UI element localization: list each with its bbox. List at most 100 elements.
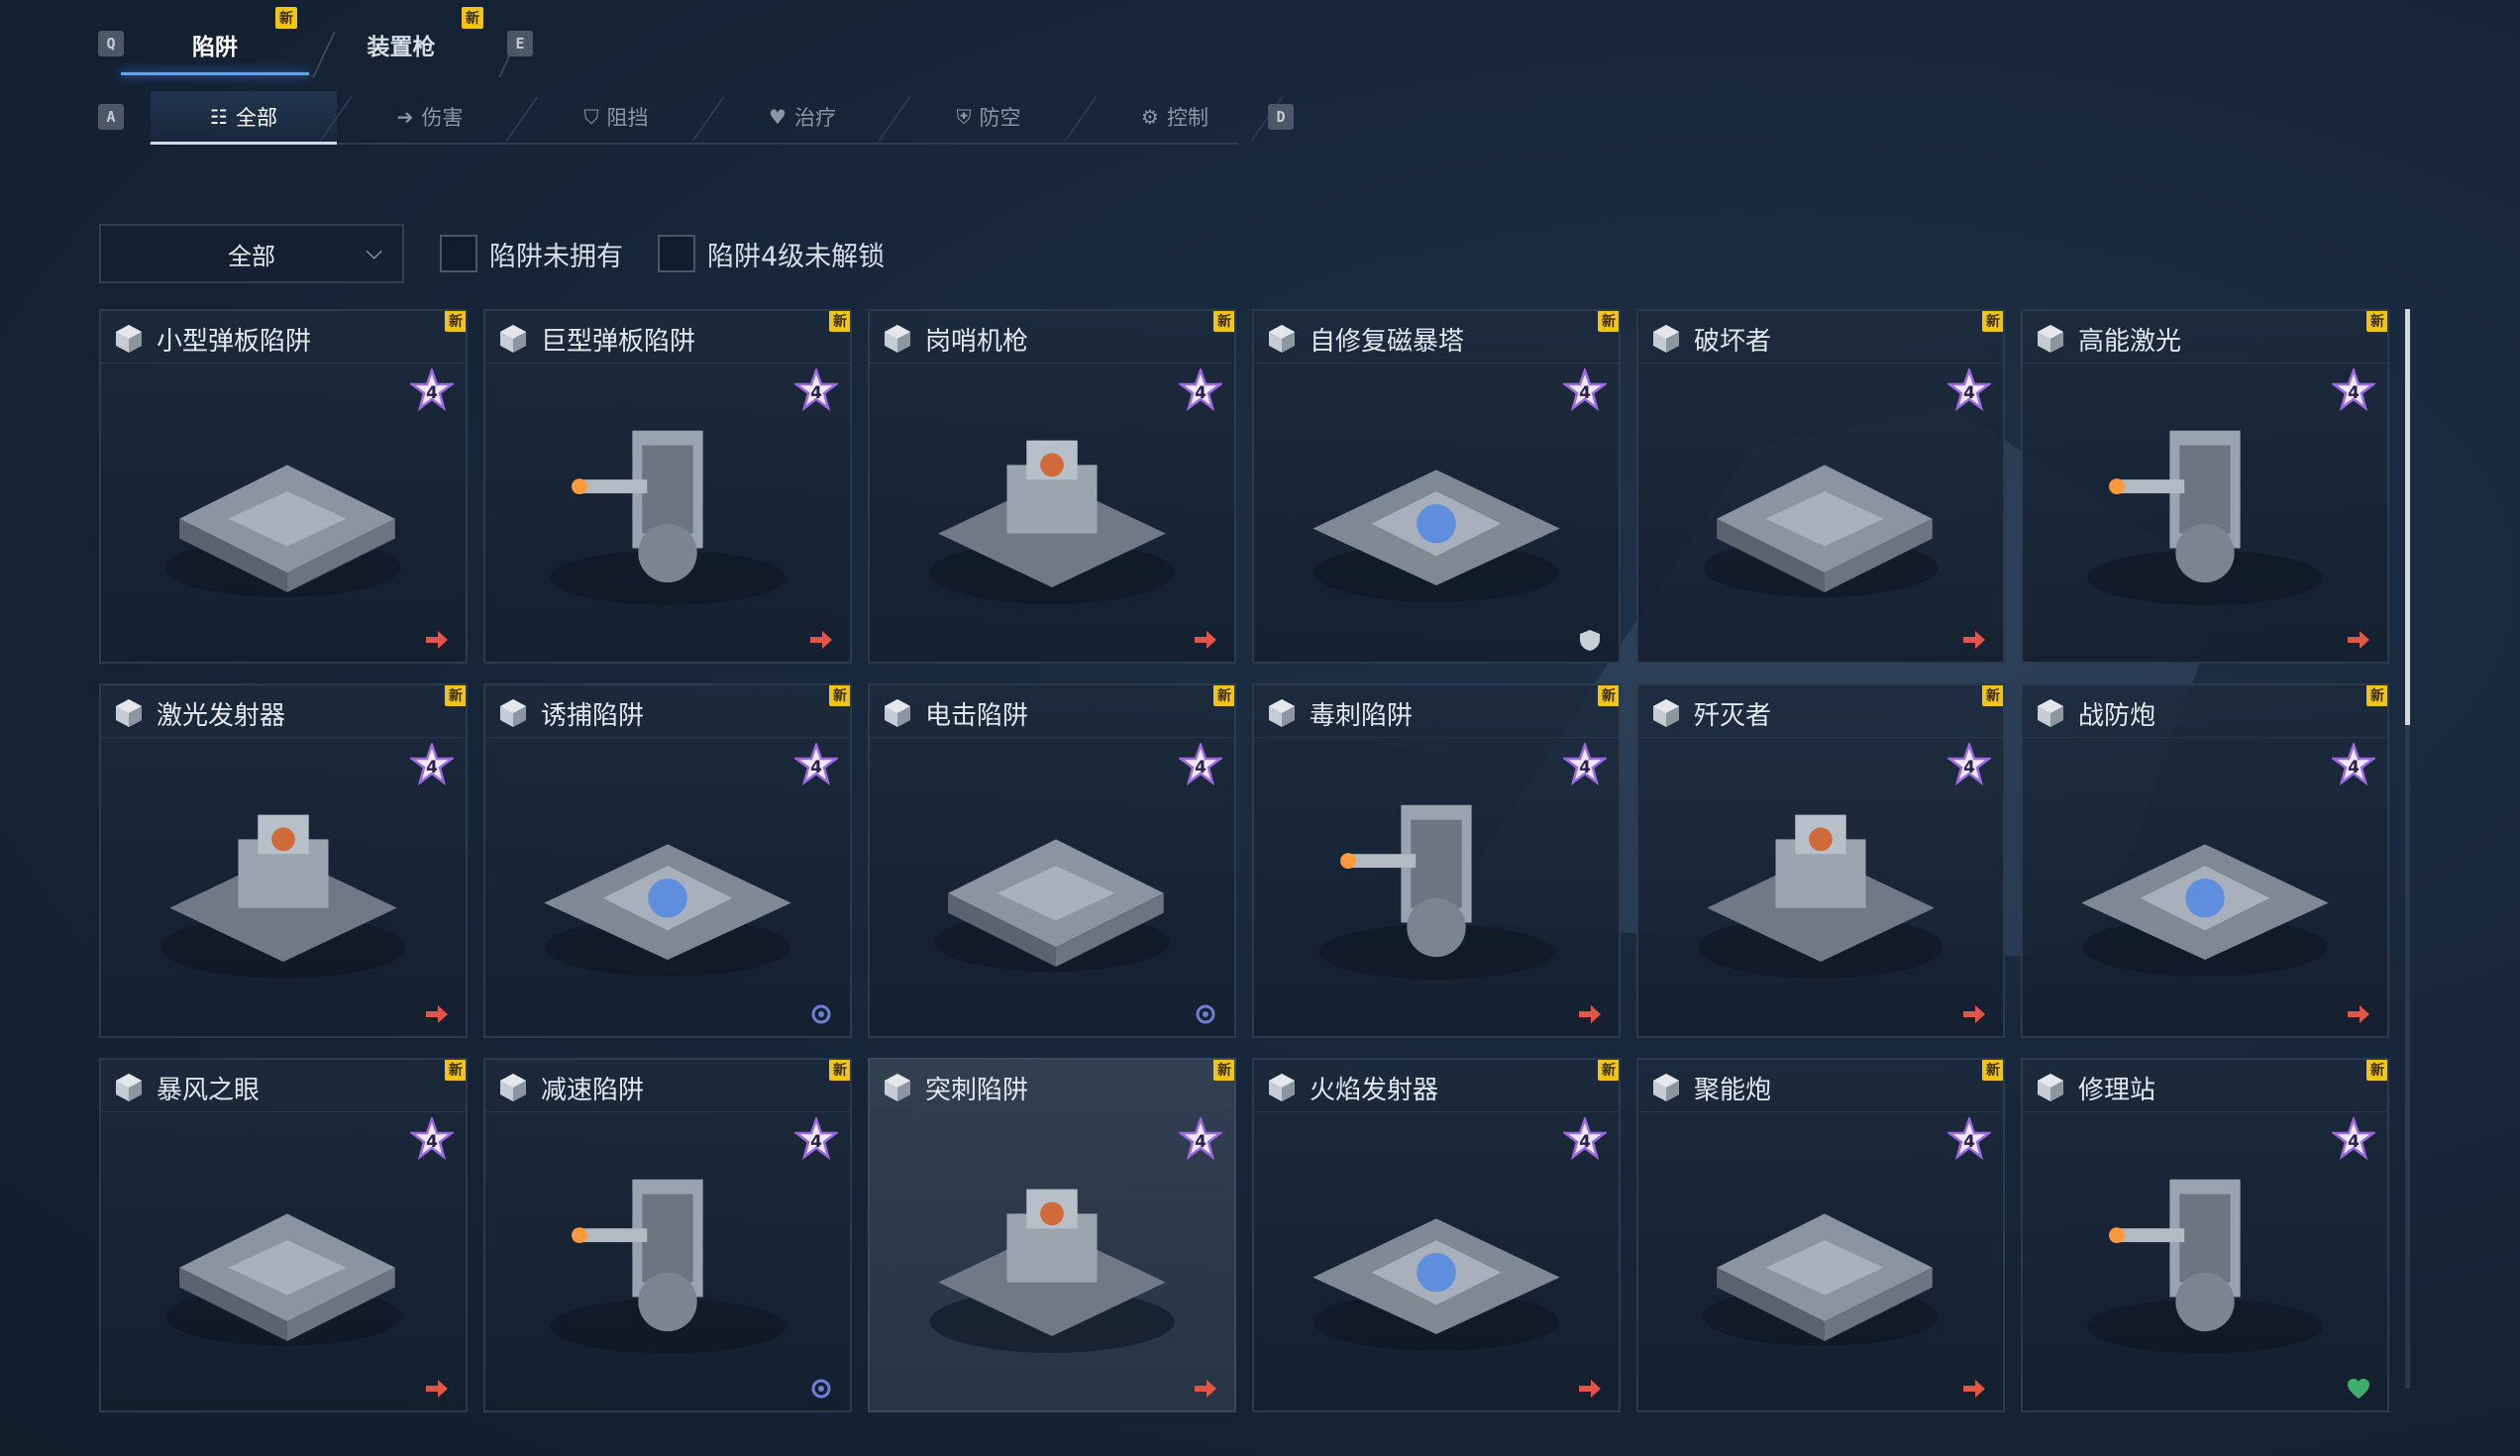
filter-not-owned[interactable]: 陷阱未拥有 bbox=[440, 232, 623, 275]
card-header: 小型弹板陷阱 bbox=[101, 311, 466, 364]
trap-illustration bbox=[1318, 804, 1554, 980]
trap-illustration bbox=[1703, 465, 1939, 597]
trap-card[interactable]: 诱捕陷阱新 4 bbox=[483, 683, 852, 1038]
trap-card[interactable]: 岗哨机枪新 4 bbox=[868, 309, 1236, 664]
trap-card[interactable]: 火焰发射器新 4 bbox=[1252, 1058, 1621, 1412]
gear-icon bbox=[811, 1004, 831, 1024]
new-badge: 新 bbox=[275, 7, 297, 29]
new-badge: 新 bbox=[2366, 1060, 2387, 1081]
cube-icon bbox=[500, 1074, 526, 1101]
cube-icon bbox=[885, 1074, 910, 1101]
subtab-heal[interactable]: ♥ 治疗 bbox=[709, 91, 911, 143]
trap-card[interactable]: 聚能炮新 4 bbox=[1636, 1058, 2005, 1412]
subtab-all[interactable]: ☷ 全部 bbox=[151, 91, 353, 145]
trap-card[interactable]: 战防炮新 4 bbox=[2021, 683, 2389, 1038]
trap-card[interactable]: 减速陷阱新 4 bbox=[483, 1058, 852, 1412]
cube-icon bbox=[500, 699, 526, 727]
scrollbar-thumb[interactable] bbox=[2405, 309, 2410, 725]
cube-icon bbox=[1269, 1074, 1295, 1101]
trap-card[interactable]: 破坏者新 4 bbox=[1636, 309, 2005, 664]
tab-device-guns-label: 装置枪 bbox=[367, 35, 436, 60]
cube-icon bbox=[2038, 325, 2063, 353]
subtab-control[interactable]: ⚙ 控制 bbox=[1082, 91, 1284, 143]
subtab-antiair[interactable]: ⛨ 防空 bbox=[895, 91, 1098, 143]
trap-name: 岗哨机枪 bbox=[925, 327, 1029, 357]
list-icon: ☷ bbox=[210, 105, 228, 129]
trap-card[interactable]: 修理站新 4 bbox=[2021, 1058, 2389, 1412]
trap-card[interactable]: 毒刺陷阱新 4 bbox=[1252, 683, 1621, 1038]
trap-illustration bbox=[1312, 469, 1560, 602]
cube-icon bbox=[2038, 1074, 2063, 1101]
trap-name: 聚能炮 bbox=[1694, 1076, 1772, 1105]
trap-illustration bbox=[1698, 814, 1943, 979]
gear-icon bbox=[811, 1379, 831, 1399]
trap-name: 激光发射器 bbox=[157, 701, 286, 731]
new-badge: 新 bbox=[1213, 311, 1234, 332]
cube-icon bbox=[885, 699, 910, 727]
new-badge: 新 bbox=[1213, 1060, 1234, 1081]
new-badge: 新 bbox=[2366, 311, 2387, 332]
trap-card[interactable]: 歼灭者新 4 bbox=[1636, 683, 2005, 1038]
arrow-right-icon bbox=[810, 631, 832, 649]
shield-icon bbox=[1580, 630, 1600, 651]
trap-illustration bbox=[929, 1189, 1175, 1353]
new-badge: 新 bbox=[1982, 685, 2003, 706]
trap-card[interactable]: 巨型弹板陷阱新 4 bbox=[483, 309, 852, 664]
trap-name: 毒刺陷阱 bbox=[1310, 701, 1414, 731]
trap-card[interactable]: 高能激光新 4 bbox=[2021, 309, 2389, 664]
category-dropdown[interactable]: 全部 ⌵ bbox=[99, 224, 404, 283]
trap-illustration bbox=[2081, 844, 2329, 977]
trap-illustration bbox=[2087, 1179, 2323, 1354]
subtab-antiair-label: 防空 bbox=[979, 106, 1021, 130]
trap-card[interactable]: 电击陷阱新 4 bbox=[868, 683, 1236, 1038]
checkbox[interactable] bbox=[440, 235, 477, 272]
trap-name: 诱捕陷阱 bbox=[541, 701, 645, 731]
subtab-control-label: 控制 bbox=[1166, 106, 1208, 130]
tab-active-underline bbox=[121, 72, 309, 75]
trap-card[interactable]: 突刺陷阱新 4 bbox=[868, 1058, 1236, 1412]
subtab-all-label: 全部 bbox=[235, 106, 277, 130]
new-badge: 新 bbox=[829, 685, 850, 706]
arrow-right-icon bbox=[426, 631, 448, 649]
card-header: 岗哨机枪 bbox=[870, 311, 1234, 364]
card-header: 毒刺陷阱 bbox=[1254, 685, 1619, 738]
trap-name: 高能激光 bbox=[2078, 327, 2182, 357]
arrow-right-icon bbox=[1579, 1005, 1601, 1023]
subtab-damage-label: 伤害 bbox=[421, 106, 464, 130]
arrow-right-icon bbox=[2348, 1005, 2369, 1023]
new-badge: 新 bbox=[1598, 685, 1619, 706]
trap-card[interactable]: 暴风之眼新 4 bbox=[99, 1058, 468, 1412]
card-header: 自修复磁暴塔 bbox=[1254, 311, 1619, 364]
trap-card[interactable]: 小型弹板陷阱新 4 bbox=[99, 309, 468, 664]
new-badge: 新 bbox=[1213, 685, 1234, 706]
arrow-right-icon bbox=[1195, 631, 1216, 649]
subtab-damage[interactable]: ➔ 伤害 bbox=[337, 91, 539, 143]
gear-icon bbox=[1196, 1004, 1215, 1024]
trap-card[interactable]: 自修复磁暴塔新 4 bbox=[1252, 309, 1621, 664]
trap-illustration bbox=[934, 839, 1170, 972]
trap-illustration bbox=[550, 1179, 786, 1354]
new-badge: 新 bbox=[829, 1060, 850, 1081]
new-badge: 新 bbox=[1598, 1060, 1619, 1081]
trap-illustration bbox=[165, 465, 401, 597]
card-header: 战防炮 bbox=[2023, 685, 2387, 738]
trap-name: 火焰发射器 bbox=[1310, 1076, 1439, 1105]
cube-icon bbox=[1653, 1074, 1679, 1101]
new-badge: 新 bbox=[1598, 311, 1619, 332]
arrow-right-icon bbox=[1963, 1380, 1985, 1398]
card-header: 歼灭者 bbox=[1638, 685, 2003, 738]
subtab-block[interactable]: ⛉ 阻挡 bbox=[523, 91, 725, 143]
trap-illustration bbox=[165, 1213, 401, 1346]
card-header: 巨型弹板陷阱 bbox=[485, 311, 850, 364]
cube-icon bbox=[1653, 325, 1679, 353]
shield-icon: ⛉ bbox=[583, 105, 599, 129]
filter-lv4-locked[interactable]: 陷阱4级未解锁 bbox=[658, 232, 885, 275]
new-badge: 新 bbox=[445, 311, 466, 332]
cube-icon bbox=[1269, 699, 1295, 727]
cube-icon bbox=[1653, 699, 1679, 727]
key-hint-d: D bbox=[1268, 104, 1294, 130]
trap-card[interactable]: 激光发射器新 4 bbox=[99, 683, 468, 1038]
cube-icon bbox=[2038, 699, 2063, 727]
checkbox[interactable] bbox=[658, 235, 695, 272]
card-header: 修理站 bbox=[2023, 1060, 2387, 1112]
